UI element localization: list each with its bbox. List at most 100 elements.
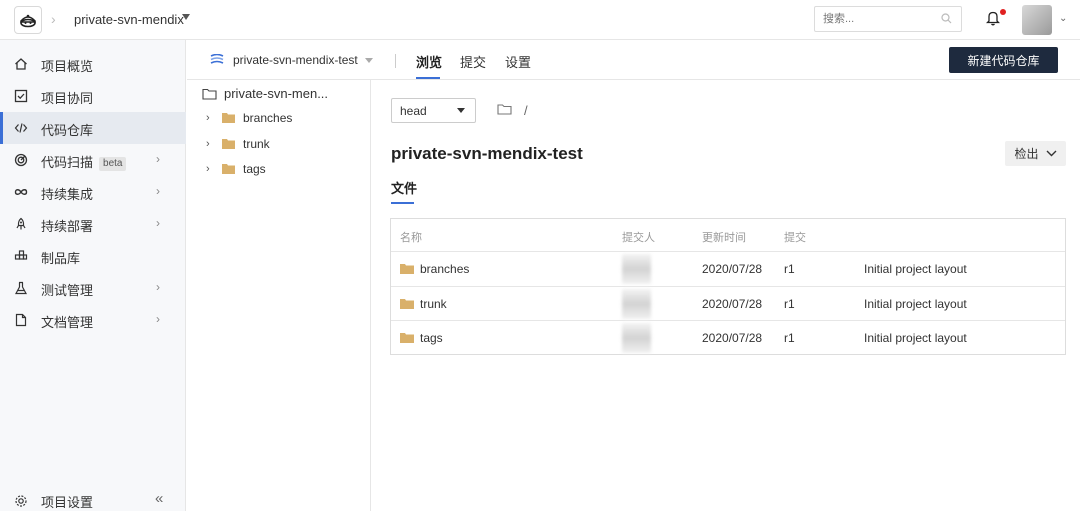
logo-icon[interactable] [14, 6, 42, 34]
folder-icon [400, 264, 414, 274]
notification-dot [1000, 9, 1006, 15]
sidebar-item-docs[interactable]: 文档管理 › [0, 304, 186, 336]
sidebar-item-overview[interactable]: 项目概览 [0, 48, 186, 80]
table-row[interactable]: trunk 2020/07/28 r1 Initial project layo… [391, 286, 1065, 320]
folder-icon [222, 139, 235, 149]
sidebar: 项目概览 项目协同 代码仓库 代码扫描 beta › 持续集成 › 持续部署 › … [0, 40, 186, 511]
tree-item[interactable]: › branches [206, 111, 292, 125]
tree-item-label: trunk [243, 137, 270, 151]
sidebar-item-collaboration[interactable]: 项目协同 [0, 80, 186, 112]
breadcrumb-separator-icon: › [51, 11, 56, 27]
table-row[interactable]: tags 2020/07/28 r1 Initial project layou… [391, 320, 1065, 354]
search-box[interactable] [814, 6, 962, 32]
sidebar-item-label: 测试管理 [41, 283, 94, 298]
document-icon [15, 313, 27, 327]
revision-link[interactable]: r1 [784, 297, 795, 311]
tree-item[interactable]: › tags [206, 162, 266, 176]
file-name-link[interactable]: branches [420, 262, 469, 276]
commit-message: Initial project layout [864, 262, 967, 276]
checkout-button[interactable]: 检出 [1005, 141, 1066, 166]
sidebar-item-ci[interactable]: 持续集成 › [0, 176, 186, 208]
column-header-name: 名称 [400, 232, 422, 244]
repo-selector[interactable]: private-svn-mendix-test [233, 53, 358, 67]
gear-icon [15, 495, 27, 507]
beta-badge: beta [99, 157, 127, 171]
package-icon [14, 250, 28, 260]
tree-item-label: tags [243, 162, 266, 176]
sidebar-item-label: 代码扫描 [41, 155, 94, 170]
chevron-right-icon: › [156, 184, 160, 198]
sidebar-item-label: 文档管理 [41, 315, 94, 330]
committer-avatar [622, 323, 651, 353]
folder-icon [222, 164, 235, 174]
svn-repo-icon [210, 54, 224, 64]
revision-link[interactable]: r1 [784, 262, 795, 276]
sidebar-item-code-scan[interactable]: 代码扫描 beta › [0, 144, 186, 176]
folder-icon [222, 113, 235, 123]
chevron-right-icon: › [156, 312, 160, 326]
folder-icon [400, 333, 414, 343]
search-input[interactable] [815, 7, 925, 31]
folder-outline-icon[interactable] [497, 104, 512, 115]
sidebar-item-label: 项目概览 [41, 59, 94, 74]
repo-dropdown-icon[interactable] [365, 58, 373, 63]
tree-root-label: private-svn-men... [224, 86, 329, 101]
file-name-link[interactable]: tags [420, 331, 443, 345]
rocket-icon [16, 217, 26, 230]
repo-toolbar: private-svn-mendix-test 浏览 提交 设置 新建代码仓库 [187, 40, 1080, 80]
flask-icon [14, 281, 28, 295]
top-bar: › private-svn-mendix ⌄ [0, 0, 1080, 40]
commit-message: Initial project layout [864, 297, 967, 311]
committer-avatar [622, 289, 651, 319]
avatar[interactable] [1022, 5, 1052, 35]
collapse-sidebar-icon[interactable]: « [155, 490, 163, 507]
bell-icon[interactable] [986, 10, 1000, 26]
folder-icon [400, 299, 414, 309]
path-separator: / [524, 103, 528, 118]
settings-label: 项目设置 [41, 495, 94, 510]
home-icon [15, 58, 27, 70]
chevron-down-icon[interactable]: ⌄ [1059, 13, 1067, 24]
main-content: head / private-svn-mendix-test 检出 文件 名称 … [371, 80, 1080, 511]
tab-files[interactable]: 文件 [391, 178, 417, 197]
table-row[interactable]: branches 2020/07/28 r1 Initial project l… [391, 251, 1065, 285]
divider [395, 54, 396, 68]
sidebar-item-settings[interactable]: 项目设置 « [0, 490, 186, 511]
page-title: private-svn-mendix-test [391, 144, 583, 163]
tree-item[interactable]: › trunk [206, 137, 270, 151]
project-name[interactable]: private-svn-mendix [74, 12, 184, 27]
sidebar-item-artifacts[interactable]: 制品库 [0, 240, 186, 272]
file-table: 名称 提交人 更新时间 提交 branches 2020/07/28 r1 In… [390, 218, 1066, 355]
chevron-right-icon: › [156, 280, 160, 294]
project-dropdown-icon[interactable] [182, 14, 190, 20]
sidebar-item-cd[interactable]: 持续部署 › [0, 208, 186, 240]
active-tab-indicator [416, 77, 440, 79]
scan-icon [14, 153, 28, 167]
caret-down-icon [457, 108, 465, 113]
file-name-link[interactable]: trunk [420, 297, 447, 311]
chevron-right-icon: › [156, 152, 160, 166]
infinity-icon [14, 189, 28, 195]
tab-browse[interactable]: 浏览 [416, 52, 442, 71]
chevron-right-icon[interactable]: › [206, 163, 222, 175]
branch-select[interactable]: head [391, 98, 476, 123]
sidebar-item-label: 代码仓库 [41, 123, 94, 138]
sidebar-item-test[interactable]: 测试管理 › [0, 272, 186, 304]
sidebar-item-code-repo[interactable]: 代码仓库 [0, 112, 186, 144]
tab-commits[interactable]: 提交 [460, 52, 486, 71]
revision-link[interactable]: r1 [784, 331, 795, 345]
column-header-committer: 提交人 [622, 232, 655, 244]
code-icon [14, 123, 28, 133]
updated-date: 2020/07/28 [702, 262, 763, 276]
search-icon[interactable] [941, 13, 952, 24]
tree-root[interactable]: private-svn-men... [202, 86, 328, 101]
column-header-updated: 更新时间 [702, 232, 746, 244]
new-repo-button[interactable]: 新建代码仓库 [949, 47, 1058, 73]
chevron-right-icon[interactable]: › [206, 112, 222, 124]
tab-settings[interactable]: 设置 [505, 52, 531, 71]
updated-date: 2020/07/28 [702, 297, 763, 311]
updated-date: 2020/07/28 [702, 331, 763, 345]
chevron-right-icon[interactable]: › [206, 138, 222, 150]
checkout-label: 检出 [1014, 147, 1039, 161]
chevron-right-icon: › [156, 216, 160, 230]
